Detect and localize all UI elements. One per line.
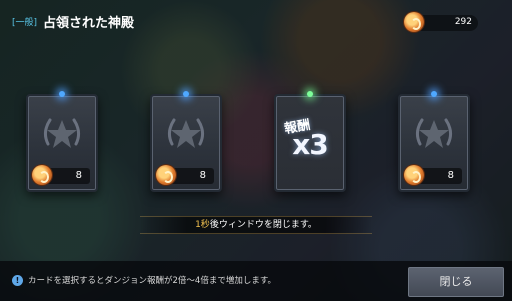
countdown-text: 後ウィンドウを閉じます。 (209, 220, 317, 230)
coin-icon (404, 165, 424, 185)
gem-icon (307, 91, 313, 97)
reward-amount: 8 (404, 165, 462, 185)
currency-amount: 292 (454, 17, 472, 27)
laurel-star-icon (415, 118, 453, 148)
hint-text: カードを選択するとダンジョン報酬が2倍〜4倍まで増加します。 (28, 276, 276, 286)
multiplier-value: x3 (292, 128, 329, 161)
footer-bar: ! カードを選択するとダンジョン報酬が2倍〜4倍まで増加します。 閉じる (0, 261, 512, 301)
gem-icon (59, 91, 65, 97)
reward-amount: 8 (32, 165, 90, 185)
laurel-star-icon (167, 118, 205, 148)
reward-card-2[interactable]: 8 (150, 91, 222, 192)
reward-quantity: 8 (75, 170, 82, 181)
gem-icon (183, 91, 189, 97)
info-icon: ! (12, 275, 23, 286)
countdown-seconds: 1秒 (195, 220, 210, 230)
reward-quantity: 8 (447, 170, 454, 181)
reward-amount: 8 (156, 165, 214, 185)
header: [一般] 占領された神殿 (12, 12, 134, 31)
close-button[interactable]: 閉じる (408, 267, 504, 297)
gem-icon (431, 91, 437, 97)
currency-display: 292 (404, 12, 478, 32)
multiplier-card[interactable]: 報酬 x3 (274, 91, 346, 192)
reward-quantity: 8 (199, 170, 206, 181)
coin-icon (156, 165, 176, 185)
countdown-message: 1秒後ウィンドウを閉じます。 (140, 216, 372, 234)
page-title: 占領された神殿 (43, 16, 135, 31)
category-tag: [一般] (12, 18, 38, 28)
coin-icon (404, 12, 424, 32)
coin-icon (32, 165, 52, 185)
laurel-star-icon (43, 118, 81, 148)
reward-card-1[interactable]: 8 (26, 91, 98, 192)
reward-card-4[interactable]: 8 (398, 91, 470, 192)
